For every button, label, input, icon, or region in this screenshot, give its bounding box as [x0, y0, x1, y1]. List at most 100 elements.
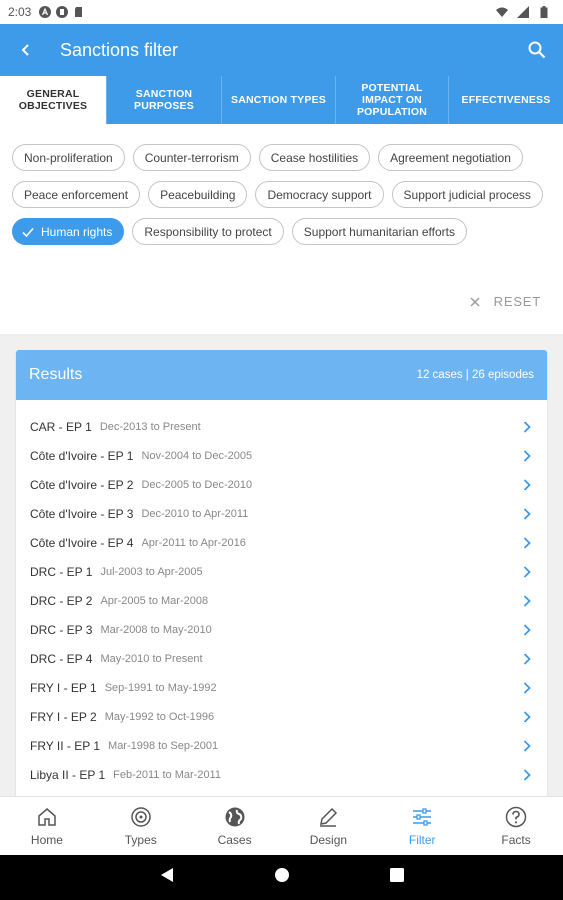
chip-label: Support humanitarian efforts — [303, 224, 455, 239]
episode-name: DRC - EP 1 — [30, 564, 93, 579]
result-row[interactable]: Côte d'Ivoire - EP 3 Dec-2010 to Apr-2011 — [16, 499, 547, 528]
close-icon — [470, 297, 480, 306]
nav-label: Cases — [217, 833, 252, 847]
episode-name: Côte d'Ivoire - EP 4 — [30, 535, 134, 550]
episode-dates: Apr-2011 to Apr-2016 — [141, 536, 246, 549]
sliders-icon — [410, 805, 434, 829]
chip-human-rights[interactable]: Human rights — [12, 218, 125, 245]
system-back-button[interactable] — [160, 867, 174, 888]
tab-effectiveness[interactable]: EFFECTIVENESS — [448, 76, 563, 124]
square-recents-icon — [389, 868, 404, 882]
episode-name: FRY I - EP 2 — [30, 709, 97, 724]
results-header: Results 12 cases | 26 episodes — [16, 350, 547, 400]
tab-label: POTENTIAL IMPACT ON POPULATION — [356, 82, 428, 118]
episode-dates: Dec-2005 to Dec-2010 — [141, 478, 253, 491]
tab-label: GENERAL OBJECTIVES — [18, 88, 88, 112]
globe-icon — [223, 805, 247, 829]
system-home-button[interactable] — [274, 867, 290, 888]
chevron-right-icon — [521, 594, 533, 608]
chip-non-proliferation[interactable]: Non-proliferation — [12, 144, 125, 171]
episode-name: FRY II - EP 1 — [30, 738, 101, 753]
result-row[interactable]: DRC - EP 4 May-2010 to Present — [16, 644, 547, 673]
nav-home[interactable]: Home — [0, 797, 94, 855]
nav-label: Types — [124, 833, 157, 847]
nav-label: Home — [30, 833, 63, 847]
page-title: Sanctions filter — [60, 39, 179, 60]
system-recents-button[interactable] — [389, 868, 404, 887]
nav-label: Filter — [408, 833, 436, 847]
chip-support-judicial-process[interactable]: Support judicial process — [391, 181, 543, 208]
chevron-right-icon — [521, 681, 533, 695]
result-row[interactable]: Côte d'Ivoire - EP 4 Apr-2011 to Apr-2016 — [16, 528, 547, 557]
result-row[interactable]: Côte d'Ivoire - EP 2 Dec-2005 to Dec-2010 — [16, 470, 547, 499]
home-icon — [35, 805, 59, 829]
episode-name: FRY I - EP 1 — [30, 680, 97, 695]
triangle-back-icon — [160, 868, 173, 882]
result-row[interactable]: FRY II - EP 1 Mar-1998 to Sep-2001 — [16, 731, 547, 760]
nav-design[interactable]: Design — [281, 797, 375, 855]
episode-dates: May-1992 to Oct-1996 — [104, 710, 215, 723]
status-time: 2:03 — [8, 5, 32, 19]
nav-facts[interactable]: Facts — [469, 797, 563, 855]
system-navigation-bar — [0, 855, 563, 900]
chip-democracy-support[interactable]: Democracy support — [255, 181, 384, 208]
result-row[interactable]: DRC - EP 1 Jul-2003 to Apr-2005 — [16, 557, 547, 586]
tab-general-objectives[interactable]: GENERAL OBJECTIVES — [0, 76, 106, 124]
pencil-icon — [316, 805, 340, 829]
search-button[interactable] — [511, 24, 563, 76]
reset-button[interactable]: RESET — [470, 294, 541, 309]
tab-sanction-types[interactable]: SANCTION TYPES — [221, 76, 335, 124]
chevron-right-icon — [521, 565, 533, 579]
chip-responsibility-to-protect[interactable]: Responsibility to protect — [132, 218, 284, 245]
nav-filter[interactable]: Filter — [375, 797, 469, 855]
results-count: 12 cases | 26 episodes — [416, 369, 534, 381]
chip-label: Peace enforcement — [24, 187, 129, 202]
chevron-right-icon — [521, 623, 533, 637]
episode-name: DRC - EP 4 — [30, 651, 93, 666]
chip-counter-terrorism[interactable]: Counter-terrorism — [132, 144, 251, 171]
search-icon — [528, 41, 546, 59]
chip-agreement-negotiation[interactable]: Agreement negotiation — [378, 144, 523, 171]
episode-dates: May-2010 to Present — [100, 652, 203, 665]
episode-name: Côte d'Ivoire - EP 1 — [30, 448, 134, 463]
tab-sanction-purposes[interactable]: SANCTION PURPOSES — [106, 76, 221, 124]
objectives-filter-panel: Non-proliferation Counter-terrorism Ceas… — [0, 124, 563, 334]
reset-label: RESET — [493, 294, 541, 309]
circle-home-icon — [274, 868, 289, 882]
result-row[interactable]: DRC - EP 3 Mar-2008 to May-2010 — [16, 615, 547, 644]
chevron-right-icon — [521, 449, 533, 463]
result-row[interactable]: FRY I - EP 1 Sep-1991 to May-1992 — [16, 673, 547, 702]
nav-cases[interactable]: Cases — [188, 797, 282, 855]
result-row[interactable]: Côte d'Ivoire - EP 1 Nov-2004 to Dec-2005 — [16, 441, 547, 470]
result-row[interactable]: DRC - EP 2 Apr-2005 to Mar-2008 — [16, 586, 547, 615]
episode-name: DRC - EP 3 — [30, 622, 93, 637]
episode-dates: Jul-2003 to Apr-2005 — [100, 565, 203, 578]
result-row[interactable]: CAR - EP 1 Dec-2013 to Present — [16, 412, 547, 441]
chip-label: Cease hostilities — [270, 150, 359, 165]
chevron-right-icon — [521, 536, 533, 550]
chip-label: Non-proliferation — [24, 150, 113, 165]
episode-dates: Dec-2010 to Apr-2011 — [141, 507, 249, 520]
episode-dates: Mar-2008 to May-2010 — [100, 623, 212, 636]
result-row[interactable]: Libya II - EP 1 Feb-2011 to Mar-2011 — [16, 760, 547, 789]
tab-label: SANCTION TYPES — [231, 94, 326, 106]
arrow-back-icon — [21, 44, 29, 56]
tab-potential-impact[interactable]: POTENTIAL IMPACT ON POPULATION — [335, 76, 448, 124]
target-icon — [129, 805, 153, 829]
episode-dates: Nov-2004 to Dec-2005 — [141, 449, 253, 462]
chip-peacebuilding[interactable]: Peacebuilding — [148, 181, 248, 208]
signal-icon — [517, 6, 529, 18]
results-title: Results — [29, 366, 83, 383]
chip-peace-enforcement[interactable]: Peace enforcement — [12, 181, 141, 208]
chevron-right-icon — [521, 768, 533, 782]
episode-dates: Dec-2013 to Present — [99, 420, 201, 433]
chip-cease-hostilities[interactable]: Cease hostilities — [258, 144, 371, 171]
result-row[interactable]: FRY I - EP 2 May-1992 to Oct-1996 — [16, 702, 547, 731]
status-bar: 2:03 — [0, 0, 563, 24]
results-list: CAR - EP 1 Dec-2013 to Present Côte d'Ivoi… — [16, 400, 547, 789]
chip-label: Human rights — [41, 224, 113, 239]
chip-label: Responsibility to protect — [144, 224, 272, 239]
nav-types[interactable]: Types — [94, 797, 188, 855]
chip-support-humanitarian-efforts[interactable]: Support humanitarian efforts — [291, 218, 467, 245]
back-button[interactable] — [0, 24, 52, 76]
